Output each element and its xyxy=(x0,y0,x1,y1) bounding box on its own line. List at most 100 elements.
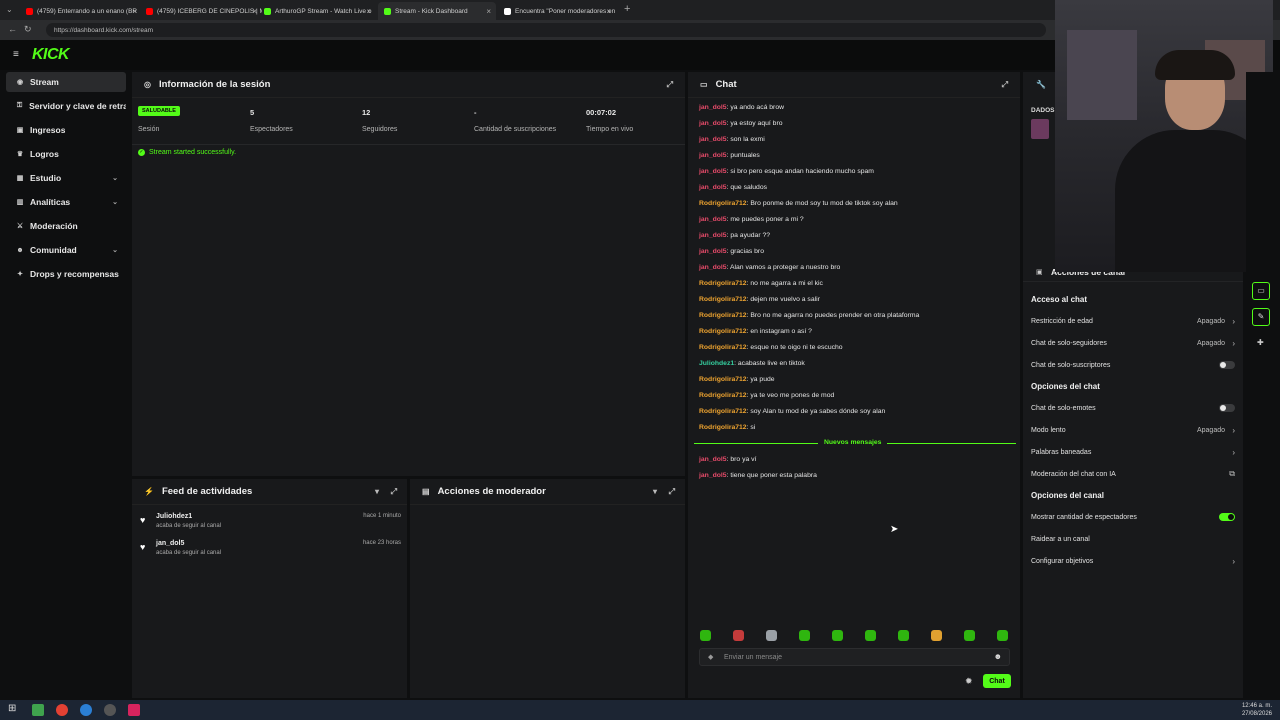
chat-username[interactable]: jan_dol5 xyxy=(699,264,727,271)
emote-icon[interactable] xyxy=(799,630,810,641)
emote-icon[interactable] xyxy=(832,630,843,641)
chat-username[interactable]: Rodrigolira712 xyxy=(699,392,747,399)
emote-icon[interactable] xyxy=(964,630,975,641)
tab-close-icon[interactable]: × xyxy=(486,7,491,16)
chat-username[interactable]: jan_dol5 xyxy=(699,168,727,175)
browser-icon[interactable] xyxy=(80,704,92,716)
tab-label: Encuentra "Poner moderadores en xyxy=(515,7,616,15)
emote-icon[interactable] xyxy=(865,630,876,641)
channel-setting-row[interactable]: Modo lento Apagado › xyxy=(1031,425,1237,435)
chat-username[interactable]: Rodrigolira712 xyxy=(699,344,747,351)
filter-icon[interactable]: ▾ xyxy=(653,487,657,496)
expand-icon[interactable]: ⤢ xyxy=(667,80,673,90)
chat-text: : dejen me vuelvo a salir xyxy=(746,296,820,303)
chat-username[interactable]: jan_dol5 xyxy=(699,104,727,111)
emote-icon[interactable] xyxy=(733,630,744,641)
tab-menu-icon[interactable]: ⌄ xyxy=(6,5,13,14)
chat-username[interactable]: jan_dol5 xyxy=(699,136,727,143)
tools-rail-icon[interactable]: ✎ xyxy=(1252,308,1270,326)
new-tab-icon[interactable]: + xyxy=(624,3,630,15)
emote-icon[interactable] xyxy=(898,630,909,641)
chat-username[interactable]: Rodrigolira712 xyxy=(699,200,747,207)
chat-username[interactable]: Rodrigolira712 xyxy=(699,408,747,415)
chat-text: : son la exmi xyxy=(726,136,765,143)
windows-start-icon[interactable]: ⊞ xyxy=(8,703,16,714)
chat-username[interactable]: jan_dol5 xyxy=(699,120,727,127)
chat-input[interactable]: ◆ Enviar un mensaje ☻ xyxy=(699,648,1010,666)
sidebar-item[interactable]: ☻ Comunidad ⌄ xyxy=(6,240,126,260)
tab-label: (4759) ICEBERG DE CINEPOLIS | M xyxy=(157,7,262,15)
chat-username[interactable]: Rodrigolira712 xyxy=(699,376,747,383)
taskbar-app-icon[interactable] xyxy=(32,704,44,716)
chrome-icon[interactable] xyxy=(56,704,68,716)
chat-username[interactable]: jan_dol5 xyxy=(699,184,727,191)
toggle-switch[interactable] xyxy=(1219,513,1235,521)
tab-close-icon[interactable]: × xyxy=(132,7,137,16)
settings-gear-icon[interactable]: ✹ xyxy=(965,676,973,687)
emoji-icon[interactable]: ☻ xyxy=(994,652,1002,661)
toggle-switch[interactable] xyxy=(1219,361,1235,369)
chat-message: jan_dol5: son la exmi xyxy=(699,136,765,143)
chat-username[interactable]: Rodrigolira712 xyxy=(699,280,747,287)
browser-tab[interactable]: Encuentra "Poner moderadores en × xyxy=(498,2,616,20)
sidebar-item[interactable]: ▣ Ingresos xyxy=(6,120,126,140)
back-icon[interactable]: ← xyxy=(8,24,17,34)
sidebar-item[interactable]: ⚿ Servidor y clave de retrans xyxy=(6,96,126,116)
activity-user[interactable]: Juliohdez1 xyxy=(156,513,192,520)
emote-icon[interactable] xyxy=(766,630,777,641)
obs-icon[interactable] xyxy=(104,704,116,716)
chat-username[interactable]: jan_dol5 xyxy=(699,152,727,159)
channel-setting-row[interactable]: Chat de solo-suscriptores xyxy=(1031,360,1237,370)
sidebar-item-label: Ingresos xyxy=(30,125,66,135)
kick-logo[interactable]: KICK xyxy=(32,46,70,64)
tab-close-icon[interactable]: × xyxy=(366,7,371,16)
channel-setting-row[interactable]: Configurar objetivos › xyxy=(1031,556,1237,566)
channel-setting-row[interactable]: Chat de solo-seguidores Apagado › xyxy=(1031,338,1237,348)
chat-send-button[interactable]: Chat xyxy=(983,674,1011,688)
tab-close-icon[interactable]: × xyxy=(252,7,257,16)
browser-tab[interactable]: (4759) Enterrando a un enano (BR × xyxy=(20,2,142,20)
chat-username[interactable]: Rodrigolira712 xyxy=(699,312,747,319)
emote-icon[interactable] xyxy=(700,630,711,641)
channel-setting-row[interactable]: Restricción de edad Apagado › xyxy=(1031,316,1237,326)
tiktok-icon[interactable] xyxy=(128,704,140,716)
emote-icon[interactable] xyxy=(997,630,1008,641)
sidebar-item[interactable]: ⚔ Moderación xyxy=(6,216,126,236)
channel-setting-row[interactable]: Mostrar cantidad de espectadores xyxy=(1031,512,1237,522)
chat-username[interactable]: jan_dol5 xyxy=(699,216,727,223)
sidebar-item[interactable]: ▥ Analíticas ⌄ xyxy=(6,192,126,212)
chat-username[interactable]: Rodrigolira712 xyxy=(699,296,747,303)
toggle-switch[interactable] xyxy=(1219,404,1235,412)
channel-setting-row[interactable]: Palabras baneadas › xyxy=(1031,447,1237,457)
expand-icon[interactable]: ⤢ xyxy=(669,487,675,497)
browser-tab[interactable]: ArthuroGP Stream - Watch Live o × xyxy=(258,2,376,20)
reload-icon[interactable]: ↻ xyxy=(24,24,32,35)
chat-username[interactable]: jan_dol5 xyxy=(699,248,727,255)
expand-icon[interactable]: ⤢ xyxy=(1002,80,1008,90)
channel-setting-row[interactable]: Raidear a un canal xyxy=(1031,534,1237,544)
chat-message: Rodrigolira712: ya te veo me pones de mo… xyxy=(699,392,834,399)
chat-username[interactable]: Rodrigolira712 xyxy=(699,424,747,431)
chat-text: : ya ando acá brow xyxy=(726,104,785,111)
chat-username[interactable]: jan_dol5 xyxy=(699,232,727,239)
browser-tab[interactable]: Stream - Kick Dashboard × xyxy=(378,2,496,20)
hamburger-menu-icon[interactable]: ≡ xyxy=(13,49,19,60)
chat-rail-icon[interactable]: ▭ xyxy=(1252,282,1270,300)
sidebar-item[interactable]: ✦ Drops y recompensas xyxy=(6,264,126,284)
emote-icon[interactable] xyxy=(931,630,942,641)
channel-setting-row[interactable]: Chat de solo-emotes xyxy=(1031,403,1237,413)
sidebar-item[interactable]: ♛ Logros xyxy=(6,144,126,164)
sidebar-item[interactable]: ▦ Estudio ⌄ xyxy=(6,168,126,188)
browser-tab[interactable]: (4759) ICEBERG DE CINEPOLIS | M × xyxy=(140,2,262,20)
activity-user[interactable]: jan_dol5 xyxy=(156,540,184,547)
chat-username[interactable]: Juliohdez1 xyxy=(699,360,734,367)
tab-close-icon[interactable]: × xyxy=(606,7,611,16)
chat-username[interactable]: jan_dol5 xyxy=(699,456,727,463)
chat-username[interactable]: Rodrigolira712 xyxy=(699,328,747,335)
url-input[interactable]: https://dashboard.kick.com/stream xyxy=(46,23,1046,37)
sidebar-item[interactable]: ◉ Stream xyxy=(6,72,126,92)
chat-username[interactable]: jan_dol5 xyxy=(699,472,727,479)
channel-setting-row[interactable]: Moderación del chat con IA ⧉ xyxy=(1031,469,1237,479)
chat-text: : esque no te oigo ni te escucho xyxy=(746,344,843,351)
extra-rail-icon[interactable]: ✚ xyxy=(1257,338,1264,347)
